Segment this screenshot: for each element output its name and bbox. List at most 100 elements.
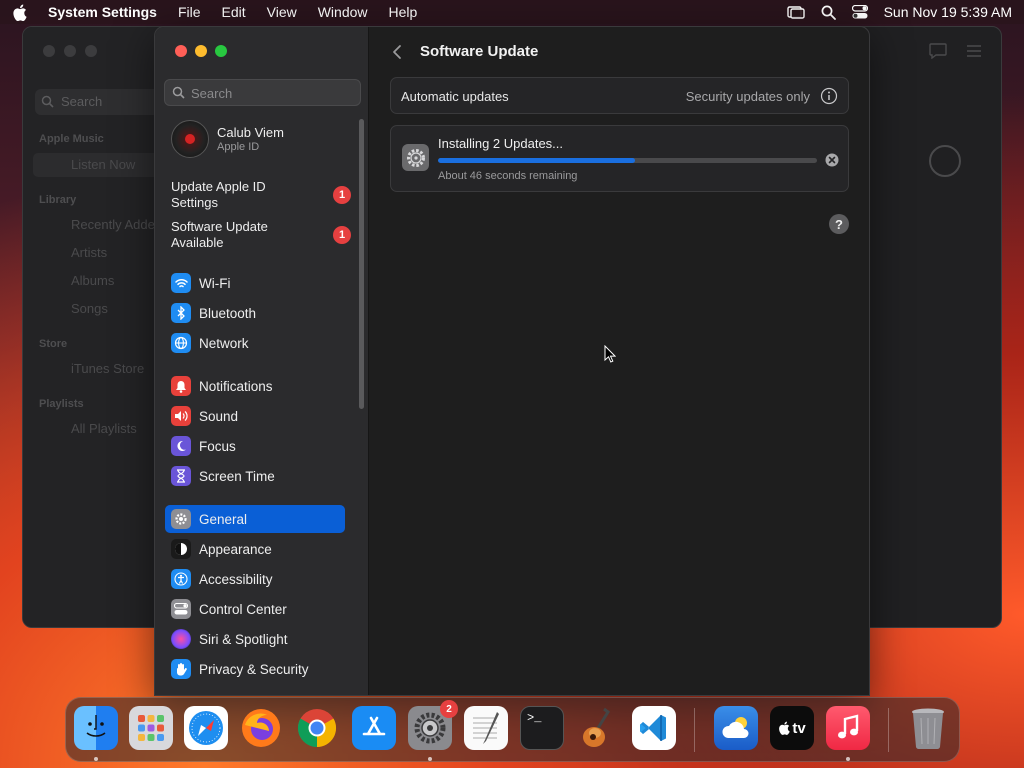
close-button[interactable] xyxy=(175,45,187,57)
sidebar-item-general[interactable]: General xyxy=(165,505,345,533)
sidebar-item-label: Accessibility xyxy=(199,571,273,587)
sidebar-item-wifi[interactable]: Wi-Fi xyxy=(165,269,345,297)
search-input[interactable] xyxy=(191,84,351,102)
running-indicator xyxy=(94,757,98,761)
menu-app-name[interactable]: System Settings xyxy=(48,4,157,20)
appletv-icon[interactable]: tv xyxy=(770,706,814,750)
music-item-recently-added[interactable]: Recently Added xyxy=(71,217,162,232)
install-progress-card: Installing 2 Updates... About 46 seconds… xyxy=(390,125,849,192)
siri-icon xyxy=(171,629,191,649)
sidebar-item-label: Siri & Spotlight xyxy=(199,631,288,647)
sidebar-item-network[interactable]: Network xyxy=(165,329,345,357)
music-search-field[interactable]: Search xyxy=(35,89,165,115)
hand-icon xyxy=(171,659,191,679)
sidebar-item-notifications[interactable]: Notifications xyxy=(165,372,345,400)
safari-icon[interactable] xyxy=(184,706,228,750)
garageband-icon[interactable] xyxy=(576,706,620,750)
vscode-icon[interactable] xyxy=(632,706,676,750)
hourglass-icon xyxy=(171,466,191,486)
terminal-prompt: >_ xyxy=(527,711,542,725)
sidebar-item-label: Bluetooth xyxy=(199,305,257,321)
control-center-icon[interactable] xyxy=(851,5,868,19)
user-avatar xyxy=(171,120,209,158)
music-sidebar xyxy=(23,27,171,627)
info-icon[interactable] xyxy=(820,87,838,110)
music-item-all-playlists[interactable]: All Playlists xyxy=(71,421,137,436)
menubar-clock[interactable]: Sun Nov 19 5:39 AM xyxy=(884,4,1012,20)
apple-menu-icon[interactable] xyxy=(12,4,30,21)
menu-edit[interactable]: Edit xyxy=(222,4,246,20)
search-icon xyxy=(41,95,54,111)
music-icon[interactable] xyxy=(826,706,870,750)
settings-search xyxy=(164,79,361,106)
music-item-songs[interactable]: Songs xyxy=(71,301,108,316)
finder-icon[interactable] xyxy=(74,706,118,750)
back-chevron-icon[interactable] xyxy=(390,43,404,61)
dock-separator xyxy=(888,708,889,752)
music-item-itunes-store[interactable]: iTunes Store xyxy=(71,361,144,376)
music-item-listen-now[interactable]: Listen Now xyxy=(71,157,135,172)
trash-icon[interactable] xyxy=(906,706,950,750)
alert-update-apple-id[interactable]: Update Apple ID Settings 1 xyxy=(171,179,351,211)
system-settings-dock-icon[interactable]: 2 xyxy=(408,700,458,750)
sidebar-item-focus[interactable]: Focus xyxy=(165,432,345,460)
bell-icon xyxy=(171,376,191,396)
sidebar-item-screen-time[interactable]: Screen Time xyxy=(165,462,345,490)
help-button[interactable]: ? xyxy=(829,214,849,234)
running-indicator xyxy=(846,757,850,761)
firefox-icon[interactable] xyxy=(239,706,283,750)
menu-file[interactable]: File xyxy=(178,4,201,20)
music-section-library: Library xyxy=(39,194,77,206)
zoom-button[interactable] xyxy=(215,45,227,57)
app-store-icon[interactable] xyxy=(352,706,396,750)
weather-icon[interactable] xyxy=(714,706,758,750)
dock: 2 >_ tv xyxy=(65,697,960,762)
sidebar-item-label: Privacy & Security xyxy=(199,661,309,677)
speaker-icon xyxy=(171,406,191,426)
software-update-gear-icon xyxy=(402,144,429,171)
sidebar-item-privacy-security[interactable]: Privacy & Security xyxy=(165,655,345,683)
apple-id-row[interactable]: Calub Viem Apple ID xyxy=(171,120,284,158)
music-toolbar-right xyxy=(929,43,983,64)
running-indicator xyxy=(428,757,432,761)
menu-window[interactable]: Window xyxy=(318,4,368,20)
sidebar-scrollbar[interactable] xyxy=(359,119,364,409)
lyrics-icon[interactable] xyxy=(929,43,947,64)
menu-help[interactable]: Help xyxy=(389,4,418,20)
account-avatar-icon[interactable] xyxy=(929,145,961,177)
cancel-install-icon[interactable] xyxy=(825,153,839,172)
automatic-updates-value: Security updates only xyxy=(685,89,810,104)
appearance-icon xyxy=(171,539,191,559)
settings-sidebar: Calub Viem Apple ID Update Apple ID Sett… xyxy=(155,27,369,695)
control-center-icon xyxy=(171,599,191,619)
appletv-label: tv xyxy=(792,719,806,737)
mouse-cursor-icon xyxy=(604,344,617,368)
terminal-icon[interactable]: >_ xyxy=(520,706,564,750)
window-controls xyxy=(175,45,227,57)
gear-icon xyxy=(171,509,191,529)
textedit-icon[interactable] xyxy=(464,706,508,750)
menu-view[interactable]: View xyxy=(267,4,297,20)
sidebar-item-label: Sound xyxy=(199,408,239,424)
sidebar-item-appearance[interactable]: Appearance xyxy=(165,535,345,563)
screen-mirroring-icon[interactable] xyxy=(786,5,805,19)
sidebar-item-accessibility[interactable]: Accessibility xyxy=(165,565,345,593)
music-item-albums[interactable]: Albums xyxy=(71,273,114,288)
alert-label: Software Update Available xyxy=(171,219,268,250)
music-item-artists[interactable]: Artists xyxy=(71,245,107,260)
queue-list-icon[interactable] xyxy=(965,43,983,64)
sidebar-item-bluetooth[interactable]: Bluetooth xyxy=(165,299,345,327)
accessibility-icon xyxy=(171,569,191,589)
launchpad-icon[interactable] xyxy=(129,706,173,750)
sidebar-item-label: Appearance xyxy=(199,541,272,557)
progress-fill xyxy=(438,158,636,163)
minimize-button[interactable] xyxy=(195,45,207,57)
sidebar-item-control-center[interactable]: Control Center xyxy=(165,595,345,623)
alert-software-update[interactable]: Software Update Available 1 xyxy=(171,219,351,251)
sidebar-item-sound[interactable]: Sound xyxy=(165,402,345,430)
sidebar-item-siri-spotlight[interactable]: Siri & Spotlight xyxy=(165,625,345,653)
chrome-icon[interactable] xyxy=(295,706,339,750)
system-settings-window: Calub Viem Apple ID Update Apple ID Sett… xyxy=(154,26,870,696)
spotlight-search-icon[interactable] xyxy=(821,5,836,20)
wifi-icon xyxy=(171,273,191,293)
